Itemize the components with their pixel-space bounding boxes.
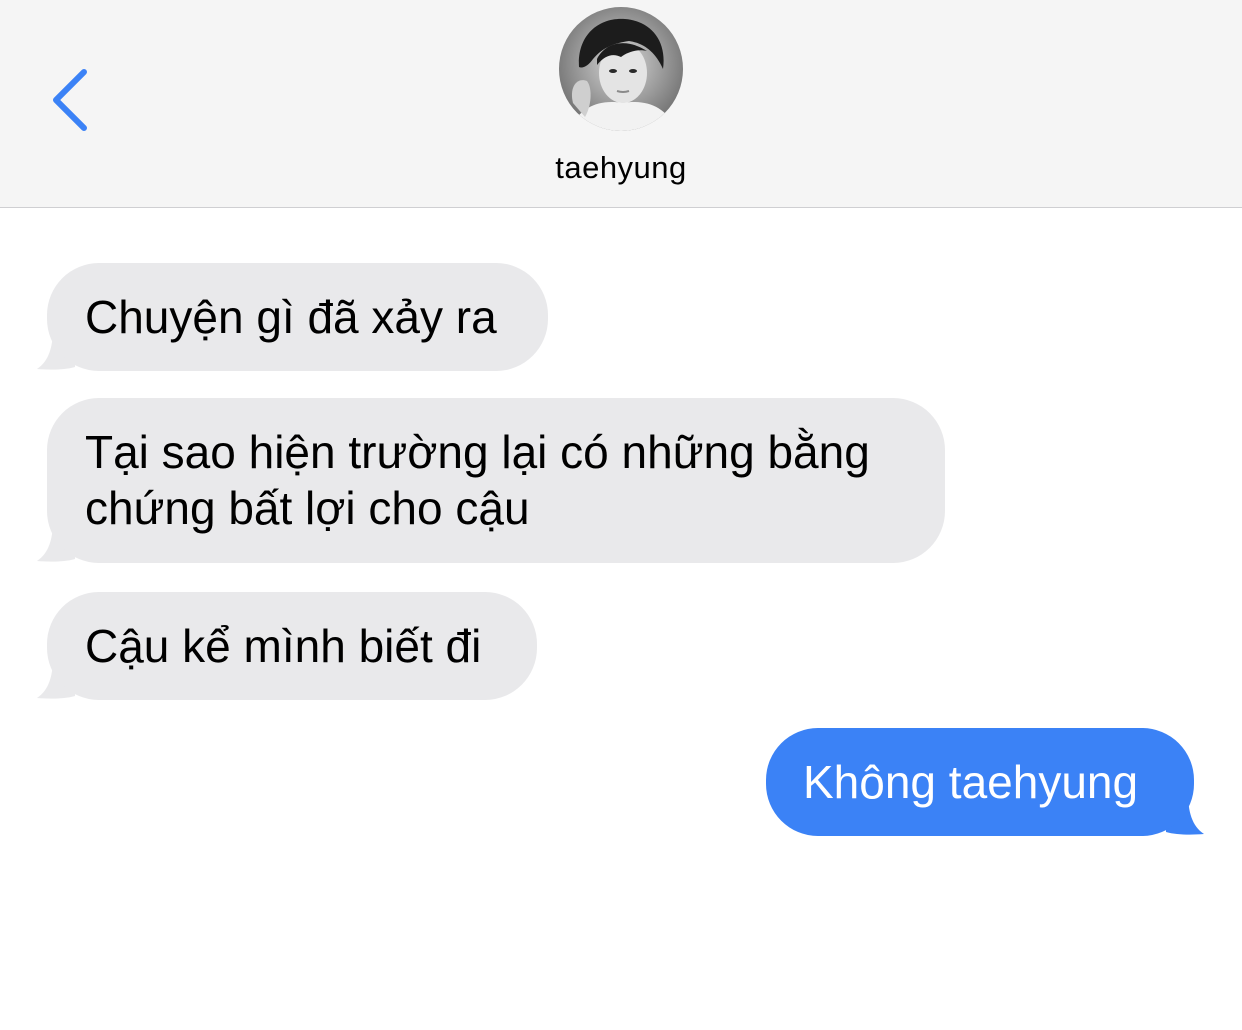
message-bubble-received[interactable]: Chuyện gì đã xảy ra [37,263,548,371]
message-bubble-received[interactable]: Tại sao hiện trường lại có những bằng ch… [37,398,945,563]
message-text-line: Tại sao hiện trường lại có những bằng [85,426,870,478]
conversation-header: taehyung [0,0,1242,208]
chevron-left-icon [53,69,87,131]
message-bubble-received[interactable]: Cậu kể mình biết đi [37,592,537,700]
message-text: Không taehyung [803,756,1139,808]
contact-name[interactable]: taehyung [0,150,1242,186]
back-button[interactable] [40,62,104,138]
message-text: Cậu kể mình biết đi [85,620,482,672]
message-thread: Chuyện gì đã xảy ra Tại sao hiện trường … [0,208,1242,1030]
contact-avatar[interactable] [559,7,683,131]
avatar-photo [559,7,683,131]
message-text: Chuyện gì đã xảy ra [85,291,497,343]
message-bubble-sent[interactable]: Không taehyung [766,728,1204,836]
message-text-line: chứng bất lợi cho cậu [85,482,530,534]
